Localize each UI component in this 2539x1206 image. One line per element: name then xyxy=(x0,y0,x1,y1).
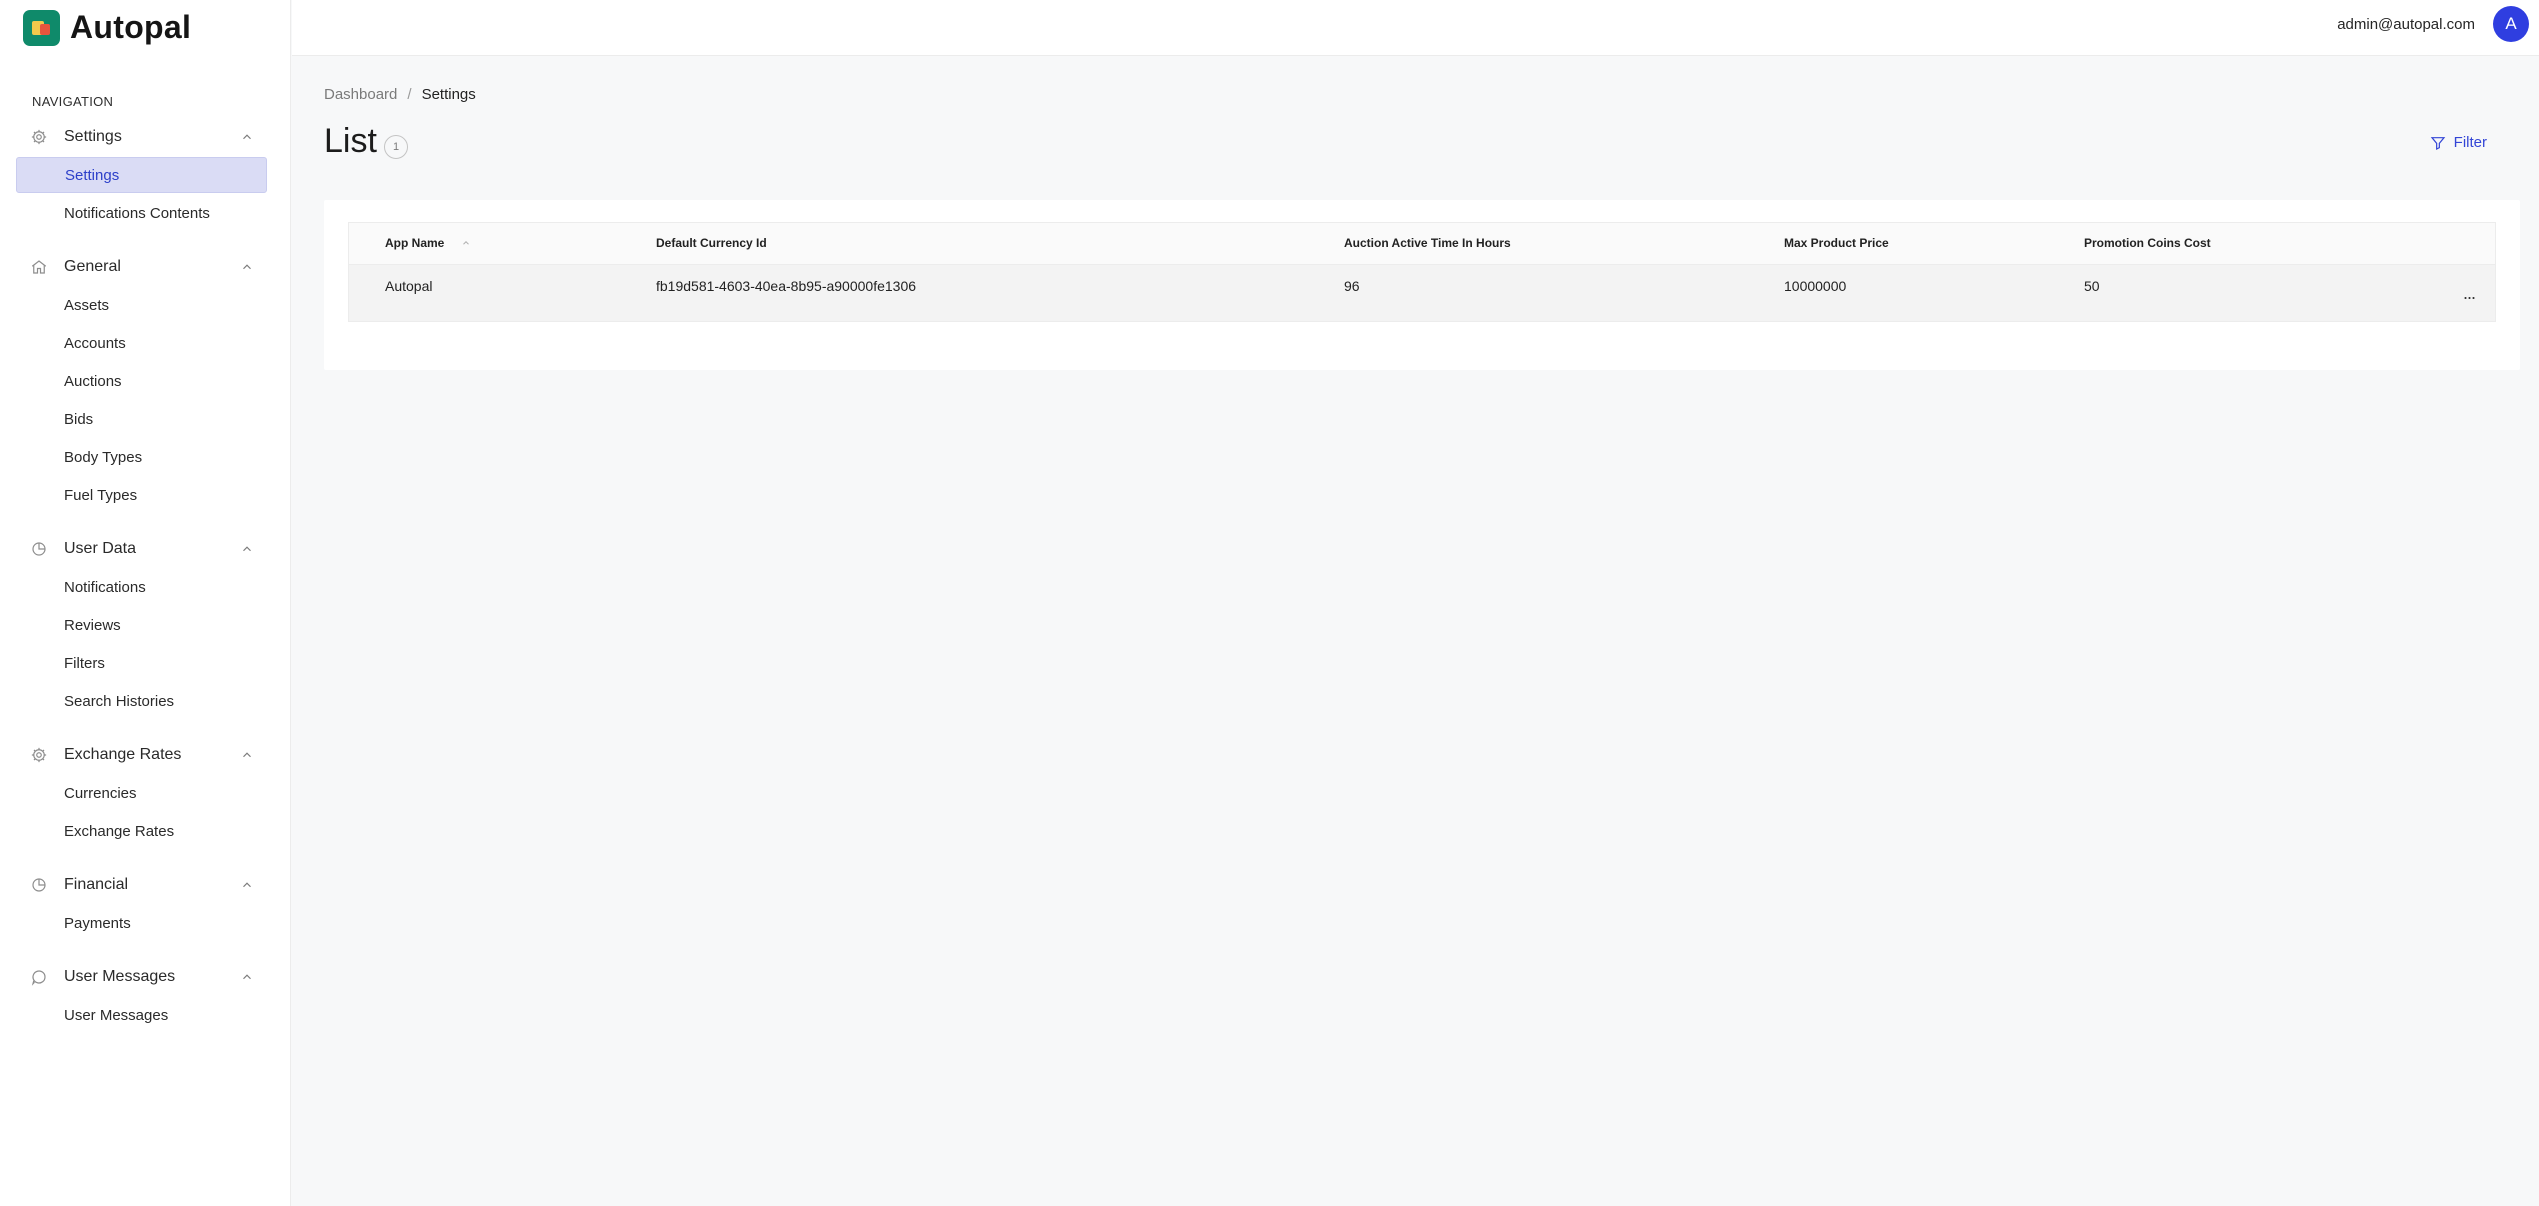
column-header-promotion-coins-cost[interactable]: Promotion Coins Cost xyxy=(2084,236,2211,250)
gear-icon xyxy=(30,128,48,146)
pie-chart-icon xyxy=(30,876,48,894)
nav-heading: NAVIGATION xyxy=(32,94,114,109)
list-card: App Name Default Currency Id Auction Act… xyxy=(324,200,2520,370)
sidebar-item-accounts[interactable]: Accounts xyxy=(16,325,267,361)
sidebar-item-search-histories[interactable]: Search Histories xyxy=(16,683,267,719)
nav-group-user-data[interactable]: User Data xyxy=(16,534,266,564)
row-actions-menu[interactable]: ... xyxy=(2463,283,2476,304)
sidebar-item-filters[interactable]: Filters xyxy=(16,645,267,681)
nav-group-label: Financial xyxy=(64,876,129,893)
user-email: admin@autopal.com xyxy=(2337,16,2475,33)
breadcrumb-separator: / xyxy=(407,86,412,103)
breadcrumb-current: Settings xyxy=(421,86,476,103)
cell-promotion-coins-cost: 50 xyxy=(2084,278,2100,294)
sidebar-item-body-types[interactable]: Body Types xyxy=(16,439,267,475)
column-header-app-name[interactable]: App Name xyxy=(385,236,444,250)
breadcrumb: Dashboard / Settings xyxy=(324,86,476,103)
sidebar-item-payments[interactable]: Payments xyxy=(16,905,267,941)
page-title: List xyxy=(324,122,377,160)
gear-icon xyxy=(30,746,48,764)
sidebar-item-fuel-types[interactable]: Fuel Types xyxy=(16,477,267,513)
brand-logo[interactable]: Autopal xyxy=(23,9,191,46)
table-row[interactable]: Autopal fb19d581-4603-40ea-8b95-a90000fe… xyxy=(349,265,2495,321)
logo-icon xyxy=(23,9,60,46)
column-header-auction-active-time[interactable]: Auction Active Time In Hours xyxy=(1344,236,1511,250)
home-icon xyxy=(30,258,48,276)
pie-chart-icon xyxy=(30,540,48,558)
top-bar: admin@autopal.com A xyxy=(292,0,2539,56)
chevron-up-icon[interactable] xyxy=(240,542,254,556)
brand-name: Autopal xyxy=(70,9,192,45)
chevron-up-icon[interactable] xyxy=(240,970,254,984)
sidebar-item-exchange-rates[interactable]: Exchange Rates xyxy=(16,813,267,849)
nav-group-label: User Messages xyxy=(64,968,176,985)
settings-table: App Name Default Currency Id Auction Act… xyxy=(348,222,2496,322)
sidebar-item-reviews[interactable]: Reviews xyxy=(16,607,267,643)
nav-group-exchange-rates[interactable]: Exchange Rates xyxy=(16,740,266,770)
sidebar-item-notifications[interactable]: Notifications xyxy=(16,569,267,605)
sidebar-item-auctions[interactable]: Auctions xyxy=(16,363,267,399)
chevron-up-icon[interactable] xyxy=(240,748,254,762)
sidebar-item-user-messages[interactable]: User Messages xyxy=(16,997,267,1033)
table-header: App Name Default Currency Id Auction Act… xyxy=(349,223,2495,265)
filter-icon xyxy=(2430,136,2445,150)
nav-group-label: General xyxy=(64,258,121,275)
filter-button[interactable]: Filter xyxy=(2430,134,2487,151)
column-header-default-currency-id[interactable]: Default Currency Id xyxy=(656,236,767,250)
breadcrumb-dashboard[interactable]: Dashboard xyxy=(324,86,397,103)
sidebar-item-bids[interactable]: Bids xyxy=(16,401,267,437)
cell-default-currency-id: fb19d581-4603-40ea-8b95-a90000fe1306 xyxy=(656,278,917,294)
chevron-up-icon[interactable] xyxy=(240,878,254,892)
nav-group-settings[interactable]: Settings xyxy=(16,122,266,152)
column-header-max-product-price[interactable]: Max Product Price xyxy=(1784,236,1889,250)
count-badge: 1 xyxy=(384,135,408,159)
nav-group-label: Exchange Rates xyxy=(64,746,182,763)
nav-group-user-messages[interactable]: User Messages xyxy=(16,962,266,992)
sort-icon[interactable] xyxy=(461,238,471,248)
chevron-up-icon[interactable] xyxy=(240,130,254,144)
cell-auction-active-time: 96 xyxy=(1344,278,1360,294)
filter-label: Filter xyxy=(2453,134,2487,151)
sidebar: Autopal NAVIGATION Settings Settings Not… xyxy=(0,0,291,1206)
sidebar-item-currencies[interactable]: Currencies xyxy=(16,775,267,811)
cell-app-name: Autopal xyxy=(385,278,433,294)
cell-max-product-price: 10000000 xyxy=(1784,278,1847,294)
nav-group-general[interactable]: General xyxy=(16,252,266,282)
chevron-up-icon[interactable] xyxy=(240,260,254,274)
avatar[interactable]: A xyxy=(2493,6,2529,42)
nav-group-label: Settings xyxy=(64,128,122,145)
chat-icon xyxy=(30,968,48,986)
nav-group-label: User Data xyxy=(64,540,137,557)
sidebar-item-assets[interactable]: Assets xyxy=(16,287,267,323)
nav-group-financial[interactable]: Financial xyxy=(16,870,266,900)
sidebar-item-notifications-contents[interactable]: Notifications Contents xyxy=(16,195,267,231)
sidebar-item-settings[interactable]: Settings xyxy=(16,157,267,193)
